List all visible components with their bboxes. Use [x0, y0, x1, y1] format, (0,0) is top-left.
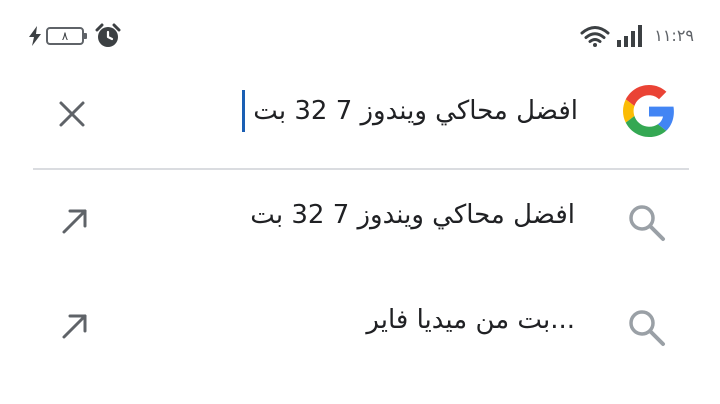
close-icon: [59, 101, 85, 127]
cellular-signal-icon: [617, 25, 643, 47]
clear-search-button[interactable]: [50, 92, 94, 136]
arrow-up-left-icon: [62, 209, 87, 234]
status-bar-right: ١١:٢٩: [580, 22, 694, 50]
suggestion-text: افضل محاكي ويندوز 7 32 بت: [250, 200, 575, 230]
status-bar-time: ١١:٢٩: [654, 26, 694, 45]
suggestion-item[interactable]: افضل محاكي ويندوز 7 32 بت: [0, 176, 720, 268]
fill-query-button[interactable]: [54, 202, 94, 242]
charging-bolt-icon: [29, 26, 41, 46]
battery-level: ٨: [61, 29, 69, 43]
search-icon: [629, 310, 665, 346]
search-input[interactable]: افضل محاكي ويندوز 7 32 بت: [242, 87, 578, 135]
arrow-up-left-icon: [62, 314, 87, 339]
search-divider: [33, 168, 689, 170]
google-g-logo: [623, 85, 674, 137]
search-bar: افضل محاكي ويندوز 7 32 بت: [0, 80, 720, 148]
status-bar-left: ٨: [28, 21, 121, 51]
suggestion-item[interactable]: ...بت من ميديا فاير: [0, 281, 720, 373]
fill-query-button[interactable]: [54, 307, 94, 347]
status-bar: ٨ ١١:٢٩: [0, 0, 720, 70]
battery-icon: ٨: [46, 27, 87, 45]
search-query-text: افضل محاكي ويندوز 7 32 بت: [253, 96, 578, 126]
wifi-icon: [580, 26, 610, 47]
search-icon: [629, 205, 665, 241]
suggestion-text: ...بت من ميديا فاير: [366, 305, 575, 335]
text-cursor: [242, 90, 246, 132]
alarm-clock-icon: [95, 23, 121, 47]
